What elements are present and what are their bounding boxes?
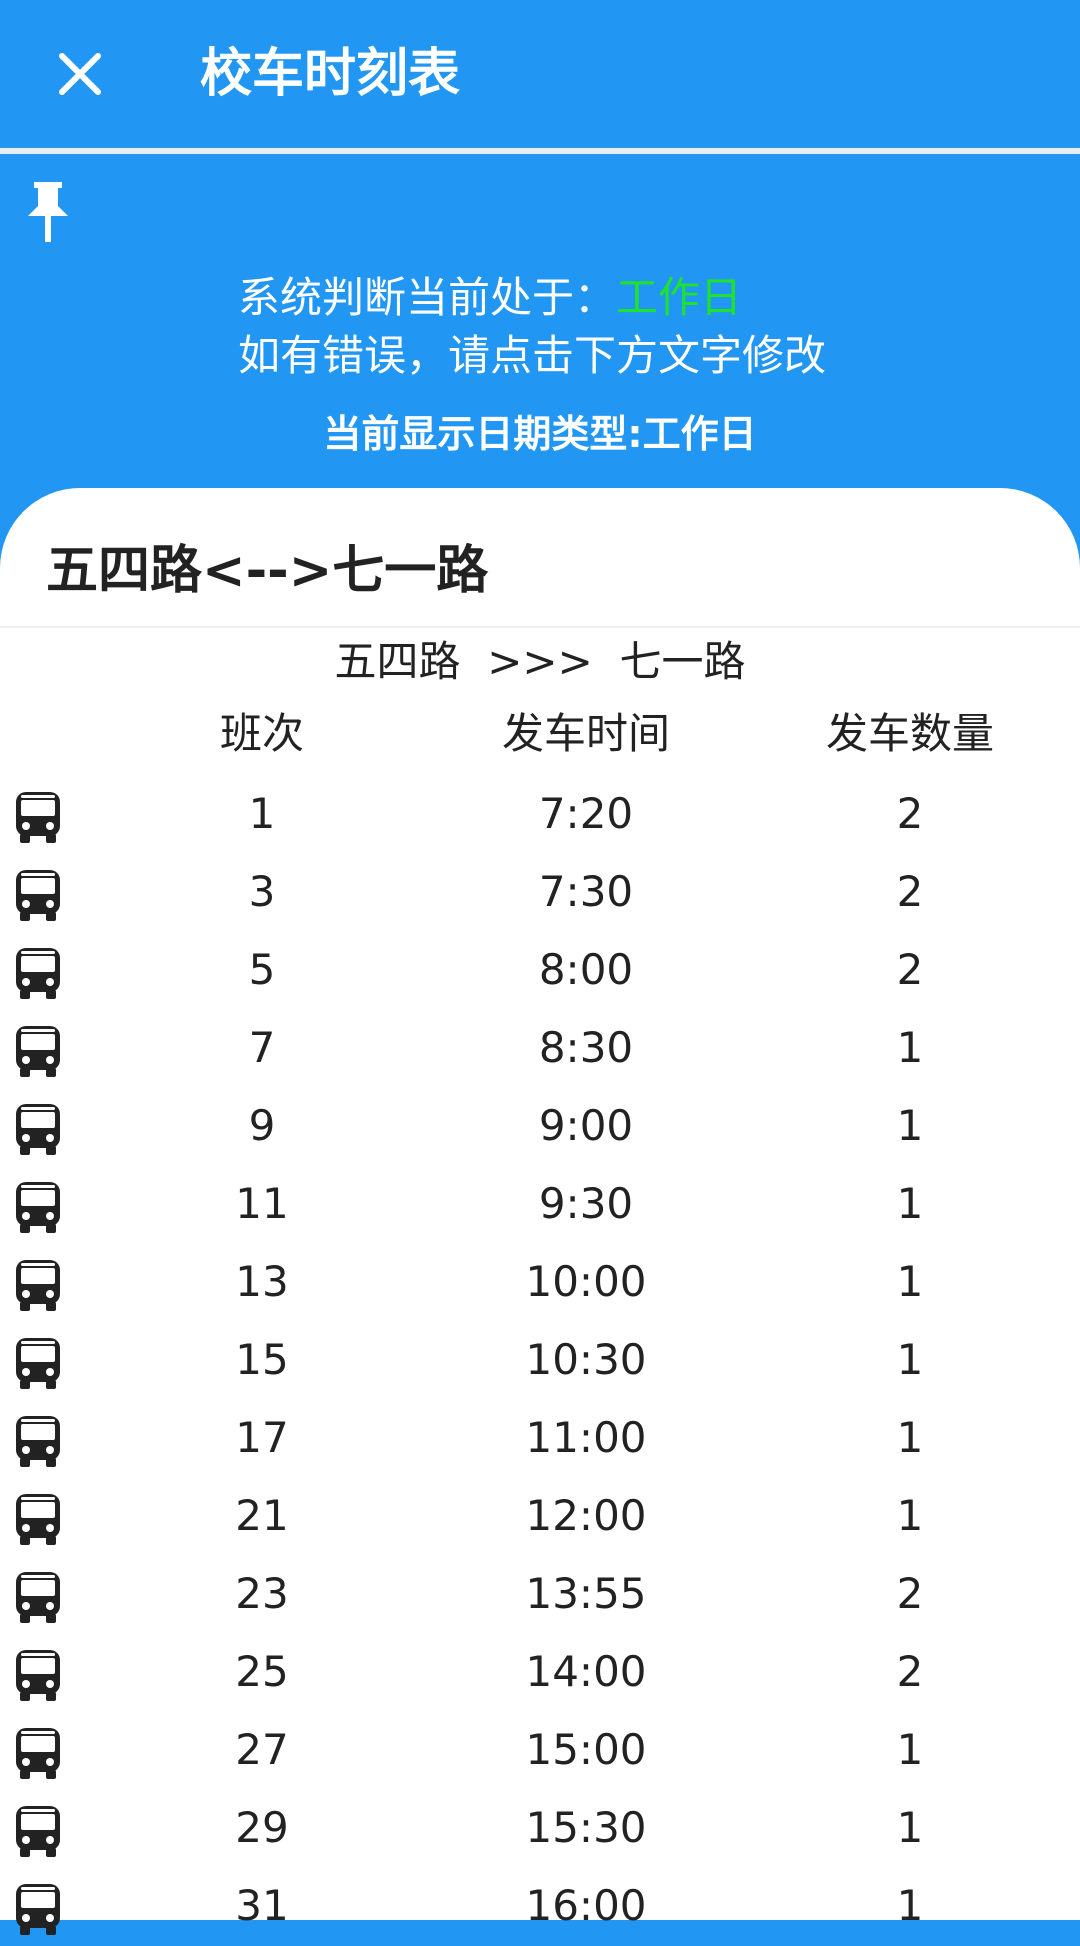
- change-day-type-link[interactable]: 如有错误，请点击下方文字修改: [238, 326, 826, 386]
- departure-time: 9:00: [538, 1101, 634, 1150]
- bus-icon: [16, 1572, 60, 1623]
- bus-icon: [16, 1338, 60, 1389]
- bus-icon: [16, 1650, 60, 1701]
- departure-time: 11:00: [525, 1413, 647, 1462]
- system-day-type-text: 系统判断当前处于：工作日: [238, 268, 742, 328]
- departure-time: 15:30: [525, 1803, 647, 1852]
- bus-count: 1: [896, 1257, 924, 1306]
- current-day-type: 工作日: [616, 273, 743, 322]
- app-bar: 校车时刻表: [0, 0, 1080, 148]
- table-row: 1 7:20 2: [0, 776, 1080, 854]
- close-icon: [59, 53, 101, 95]
- departure-time: 8:30: [538, 1023, 634, 1072]
- table-row: 23 13:55 2: [0, 1556, 1080, 1634]
- displayed-day-type: 当前显示日期类型:工作日: [323, 412, 757, 456]
- trip-number: 15: [235, 1335, 289, 1384]
- trip-number: 7: [248, 1023, 276, 1072]
- route-panel: 五四路<-->七一路 五四路 >>> 七一路 班次 发车时间 发车数量 1 7:…: [0, 488, 1080, 1935]
- bus-icon: [16, 1260, 60, 1311]
- bus-count: 1: [896, 1881, 924, 1930]
- table-row: 7 8:30 1: [0, 1010, 1080, 1088]
- bus-count: 1: [896, 1101, 924, 1150]
- table-row: 27 15:00 1: [0, 1712, 1080, 1790]
- departure-time: 10:00: [525, 1257, 647, 1306]
- departure-time: 12:00: [525, 1491, 647, 1540]
- bus-count: 1: [896, 1413, 924, 1462]
- table-row: 3 7:30 2: [0, 854, 1080, 932]
- table-row: 5 8:00 2: [0, 932, 1080, 1010]
- bus-count: 1: [896, 1803, 924, 1852]
- bus-count: 2: [896, 1569, 924, 1618]
- bus-icon: [16, 792, 60, 843]
- departure-time: 13:55: [525, 1569, 647, 1618]
- bus-count: 1: [896, 1023, 924, 1072]
- trip-number: 13: [235, 1257, 289, 1306]
- table-row: 15 10:30 1: [0, 1322, 1080, 1400]
- table-row: 25 14:00 2: [0, 1634, 1080, 1712]
- bus-count: 1: [896, 1491, 924, 1540]
- trip-number: 3: [248, 867, 276, 916]
- departure-time: 10:30: [525, 1335, 647, 1384]
- table-row: 31 16:00 1: [0, 1868, 1080, 1946]
- header-count: 发车数量: [825, 709, 994, 758]
- departure-time: 7:20: [538, 789, 634, 838]
- departure-time: 7:30: [538, 867, 634, 916]
- trip-number: 21: [235, 1491, 289, 1540]
- trip-number: 5: [248, 945, 276, 994]
- trip-number: 25: [235, 1647, 289, 1696]
- bus-count: 2: [896, 945, 924, 994]
- route-divider: [0, 626, 1080, 628]
- bus-count: 1: [896, 1179, 924, 1228]
- bus-icon: [16, 1806, 60, 1857]
- bus-count: 2: [896, 867, 924, 916]
- day-type-card: 系统判断当前处于：工作日 如有错误，请点击下方文字修改 当前显示日期类型:工作日: [0, 154, 1080, 534]
- bus-icon: [16, 948, 60, 999]
- departure-time: 15:00: [525, 1725, 647, 1774]
- table-row: 29 15:30 1: [0, 1790, 1080, 1868]
- bus-count: 1: [896, 1725, 924, 1774]
- bus-icon: [16, 1494, 60, 1545]
- trip-number: 17: [235, 1413, 289, 1462]
- route-direction: 五四路 >>> 七一路: [334, 637, 746, 686]
- bus-count: 2: [896, 1647, 924, 1696]
- bus-icon: [16, 1026, 60, 1077]
- table-header: 班次 发车时间 发车数量: [0, 702, 1080, 766]
- page-title: 校车时刻表: [200, 44, 461, 104]
- table-row: 17 11:00 1: [0, 1400, 1080, 1478]
- table-row: 21 12:00 1: [0, 1478, 1080, 1556]
- pin-button[interactable]: [22, 180, 74, 244]
- bus-icon: [16, 1884, 60, 1935]
- system-day-type-label: 系统判断当前处于：: [238, 273, 617, 322]
- bus-icon: [16, 1104, 60, 1155]
- header-time: 发车时间: [501, 709, 670, 758]
- bus-icon: [16, 1416, 60, 1467]
- bus-icon: [16, 1728, 60, 1779]
- bus-icon: [16, 870, 60, 921]
- trip-number: 11: [235, 1179, 289, 1228]
- trip-number: 29: [235, 1803, 289, 1852]
- departure-time: 8:00: [538, 945, 634, 994]
- trip-number: 1: [248, 789, 276, 838]
- bus-count: 1: [896, 1335, 924, 1384]
- table-row: 13 10:00 1: [0, 1244, 1080, 1322]
- close-button[interactable]: [40, 34, 120, 114]
- trip-number: 27: [235, 1725, 289, 1774]
- departure-time: 16:00: [525, 1881, 647, 1930]
- route-title: 五四路<-->七一路: [46, 541, 489, 601]
- bus-count: 2: [896, 789, 924, 838]
- departure-time: 14:00: [525, 1647, 647, 1696]
- pin-icon: [28, 182, 68, 242]
- trip-number: 9: [248, 1101, 276, 1150]
- trip-number: 23: [235, 1569, 289, 1618]
- table-row: 9 9:00 1: [0, 1088, 1080, 1166]
- table-row: 11 9:30 1: [0, 1166, 1080, 1244]
- schedule-list: 1 7:20 2 3 7:30 2 5 8:00 2 7 8:30 1 9 9:…: [0, 776, 1080, 1946]
- header-trip: 班次: [219, 709, 304, 758]
- bus-icon: [16, 1182, 60, 1233]
- departure-time: 9:30: [538, 1179, 634, 1228]
- trip-number: 31: [235, 1881, 289, 1930]
